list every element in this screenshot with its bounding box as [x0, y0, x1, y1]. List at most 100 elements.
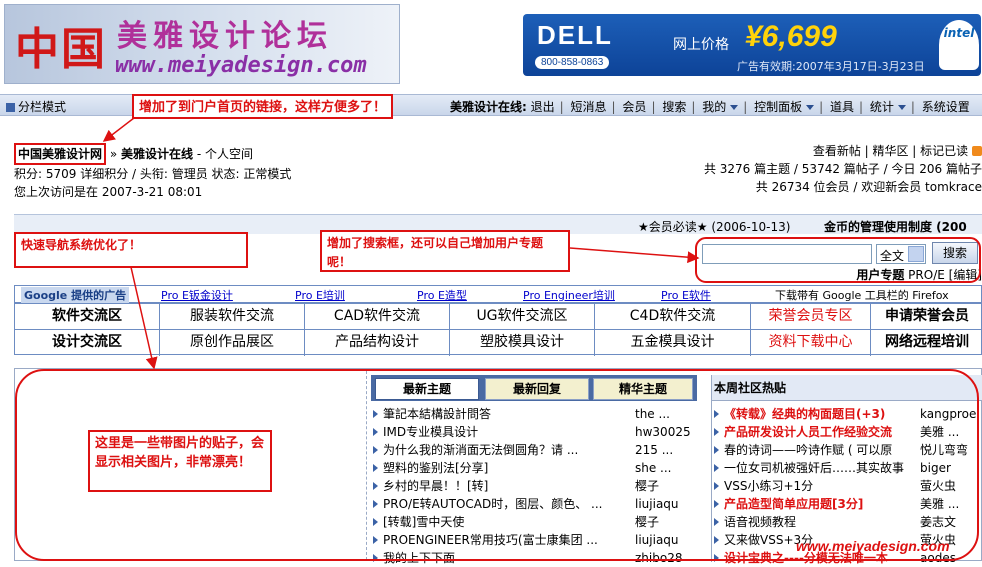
nav-cell[interactable]: 服装软件交流: [160, 304, 305, 330]
menu-control-panel-label: 控制面板: [754, 100, 803, 114]
quick-links-text[interactable]: 查看新帖 | 精华区 | 标记已读: [813, 144, 968, 158]
list-item[interactable]: [转载]雪中天使 樱子: [373, 513, 699, 531]
nav-cell[interactable]: UG软件交流区: [450, 304, 595, 330]
menu-members[interactable]: 会员: [622, 100, 646, 114]
topic-title[interactable]: 筆記本結構設計問答: [383, 405, 621, 423]
topic-author[interactable]: she ...: [635, 459, 697, 477]
list-item[interactable]: VSS小练习+1分 萤火虫: [714, 477, 982, 495]
search-input[interactable]: [702, 244, 872, 264]
topic-author[interactable]: zhibo28: [635, 549, 697, 567]
nav-cell[interactable]: 资料下载中心: [751, 330, 871, 356]
list-item[interactable]: 产品造型简单应用题[3分] 美雅 ...: [714, 495, 982, 513]
topic-title[interactable]: 乡村的早晨！！[转]: [383, 477, 621, 495]
menu-search[interactable]: 搜索: [662, 100, 686, 114]
hot-title[interactable]: 语音视频教程: [724, 513, 920, 531]
menu-stats[interactable]: 统计: [870, 100, 906, 114]
nav-cell[interactable]: 软件交流区: [15, 304, 160, 330]
hot-title[interactable]: 产品研发设计人员工作经验交流: [724, 423, 920, 441]
list-item[interactable]: 一位女司机被强奸后……其实故事 biger: [714, 459, 982, 477]
list-item[interactable]: IMD专业模具设计 hw30025: [373, 423, 699, 441]
site-logo[interactable]: 中国 美雅设计论坛 www.meiyadesign.com: [4, 4, 400, 84]
nav-cell[interactable]: 网络远程培训: [871, 330, 982, 356]
topic-title[interactable]: 为什么我的渐消面无法倒圆角？请 ...: [383, 441, 621, 459]
topic-title[interactable]: PROENGINEER常用技巧(富士康集团 ...: [383, 531, 621, 549]
topic-title[interactable]: IMD专业模具设计: [383, 423, 621, 441]
list-item[interactable]: 塑料的鉴别法[分享] she ...: [373, 459, 699, 477]
topic-title[interactable]: 我的上下下面: [383, 549, 621, 567]
portal-home-link[interactable]: 中国美雅设计网: [14, 143, 107, 165]
announcement-item[interactable]: ★会员必读★ (2006-10-13): [638, 218, 790, 235]
topic-author[interactable]: 樱子: [635, 513, 697, 531]
topic-title[interactable]: 塑料的鉴别法[分享]: [383, 459, 621, 477]
topic-author[interactable]: the ...: [635, 405, 697, 423]
nav-cell[interactable]: 塑胶模具设计: [450, 330, 595, 356]
ad-link[interactable]: Pro E钣金设计: [161, 287, 233, 303]
topic-title[interactable]: PRO/E转AUTOCAD时，图层、颜色、 ...: [383, 495, 621, 513]
tab-latest-topics[interactable]: 最新主题: [375, 378, 479, 400]
firefox-link[interactable]: 下载带有 Google 工具栏的 Firefox: [775, 287, 949, 303]
hot-author[interactable]: 姜志文: [920, 513, 982, 531]
topic-author[interactable]: 215 ...: [635, 441, 697, 459]
hot-author[interactable]: 悦儿弯弯: [920, 441, 982, 459]
nav-cell[interactable]: 原创作品展区: [160, 330, 305, 356]
hot-title[interactable]: 产品造型简单应用题[3分]: [724, 495, 920, 513]
announcement-item[interactable]: 金币的管理使用制度 (200: [824, 218, 967, 235]
nav-cell[interactable]: 申请荣誉会员: [871, 304, 982, 330]
dell-banner-ad[interactable]: DELL 800-858-0863 网上价格 ¥6,699 广告有效期:2007…: [523, 14, 981, 76]
forum-stats: 查看新帖 | 精华区 | 标记已读 共 3276 篇主题 / 53742 篇帖子…: [704, 142, 982, 196]
topic-author[interactable]: hw30025: [635, 423, 697, 441]
nav-cell[interactable]: CAD软件交流: [305, 304, 450, 330]
hot-author[interactable]: 美雅 ...: [920, 495, 982, 513]
hot-title[interactable]: 春的诗词——吟诗作赋 ( 可以原: [724, 441, 920, 459]
menu-messages[interactable]: 短消息: [571, 100, 607, 114]
ad-link[interactable]: Pro E软件: [661, 287, 711, 303]
list-item[interactable]: 语音视频教程 姜志文: [714, 513, 982, 531]
column-mode-toggle[interactable]: 分栏模式: [6, 98, 66, 115]
hot-author[interactable]: kangproe: [920, 405, 982, 423]
topic-author[interactable]: 樱子: [635, 477, 697, 495]
hot-author[interactable]: biger: [920, 459, 982, 477]
rss-icon[interactable]: [972, 146, 982, 156]
menu-separator: |: [559, 100, 564, 114]
hot-author[interactable]: 萤火虫: [920, 477, 982, 495]
topic-author[interactable]: liujiaqu: [635, 495, 697, 513]
menu-mine[interactable]: 我的: [702, 100, 739, 114]
list-item[interactable]: 我的上下下面 zhibo28: [373, 549, 699, 567]
ad-link[interactable]: Pro E造型: [417, 287, 467, 303]
nav-cell[interactable]: 产品结构设计: [305, 330, 450, 356]
ad-link[interactable]: Pro E培训: [295, 287, 345, 303]
ad-link[interactable]: Pro Engineer培训: [523, 287, 615, 303]
column-mode-icon: [6, 103, 15, 112]
list-item[interactable]: 筆記本結構設計問答 the ...: [373, 405, 699, 423]
topic-title[interactable]: [转载]雪中天使: [383, 513, 621, 531]
hot-title[interactable]: VSS小练习+1分: [724, 477, 920, 495]
menu-control-panel[interactable]: 控制面板: [754, 100, 815, 114]
list-item[interactable]: 乡村的早晨！！[转] 樱子: [373, 477, 699, 495]
google-ads-label[interactable]: Google 提供的广告: [21, 287, 130, 303]
list-item[interactable]: 春的诗词——吟诗作赋 ( 可以原 悦儿弯弯: [714, 441, 982, 459]
list-item[interactable]: 为什么我的渐消面无法倒圆角？请 ... 215 ...: [373, 441, 699, 459]
nav-cell[interactable]: 五金模具设计: [595, 330, 751, 356]
tab-featured[interactable]: 精华主题: [593, 378, 693, 400]
tab-latest-replies[interactable]: 最新回复: [485, 378, 589, 400]
list-item[interactable]: PRO/E转AUTOCAD时，图层、颜色、 ... liujiaqu: [373, 495, 699, 513]
nav-cell[interactable]: 设计交流区: [15, 330, 160, 356]
search-button[interactable]: 搜索: [932, 242, 978, 264]
list-item[interactable]: 产品研发设计人员工作经验交流 美雅 ...: [714, 423, 982, 441]
list-item[interactable]: PROENGINEER常用技巧(富士康集团 ... liujiaqu: [373, 531, 699, 549]
menu-tools[interactable]: 道具: [830, 100, 854, 114]
hot-author[interactable]: 美雅 ...: [920, 423, 982, 441]
menu-settings[interactable]: 系统设置: [922, 100, 970, 114]
menu-stats-label: 统计: [869, 100, 894, 114]
annotation-search: 增加了搜索框，还可以自己增加用户专题呢！: [320, 230, 570, 272]
user-topic-value[interactable]: PRO/E [编辑]: [908, 268, 982, 282]
list-item[interactable]: 《转载》经典的构面题目(+3) kangproe: [714, 405, 982, 423]
search-scope-select[interactable]: 全文: [876, 244, 926, 264]
hot-title[interactable]: 一位女司机被强奸后……其实故事: [724, 459, 920, 477]
nav-cell[interactable]: C4D软件交流: [595, 304, 751, 330]
nav-cell[interactable]: 荣誉会员专区: [751, 304, 871, 330]
hot-title[interactable]: 《转载》经典的构面题目(+3): [724, 405, 920, 423]
menu-logout[interactable]: 退出: [531, 100, 555, 114]
topic-author[interactable]: liujiaqu: [635, 531, 697, 549]
breadcrumb-online[interactable]: 美雅设计在线: [121, 147, 193, 161]
